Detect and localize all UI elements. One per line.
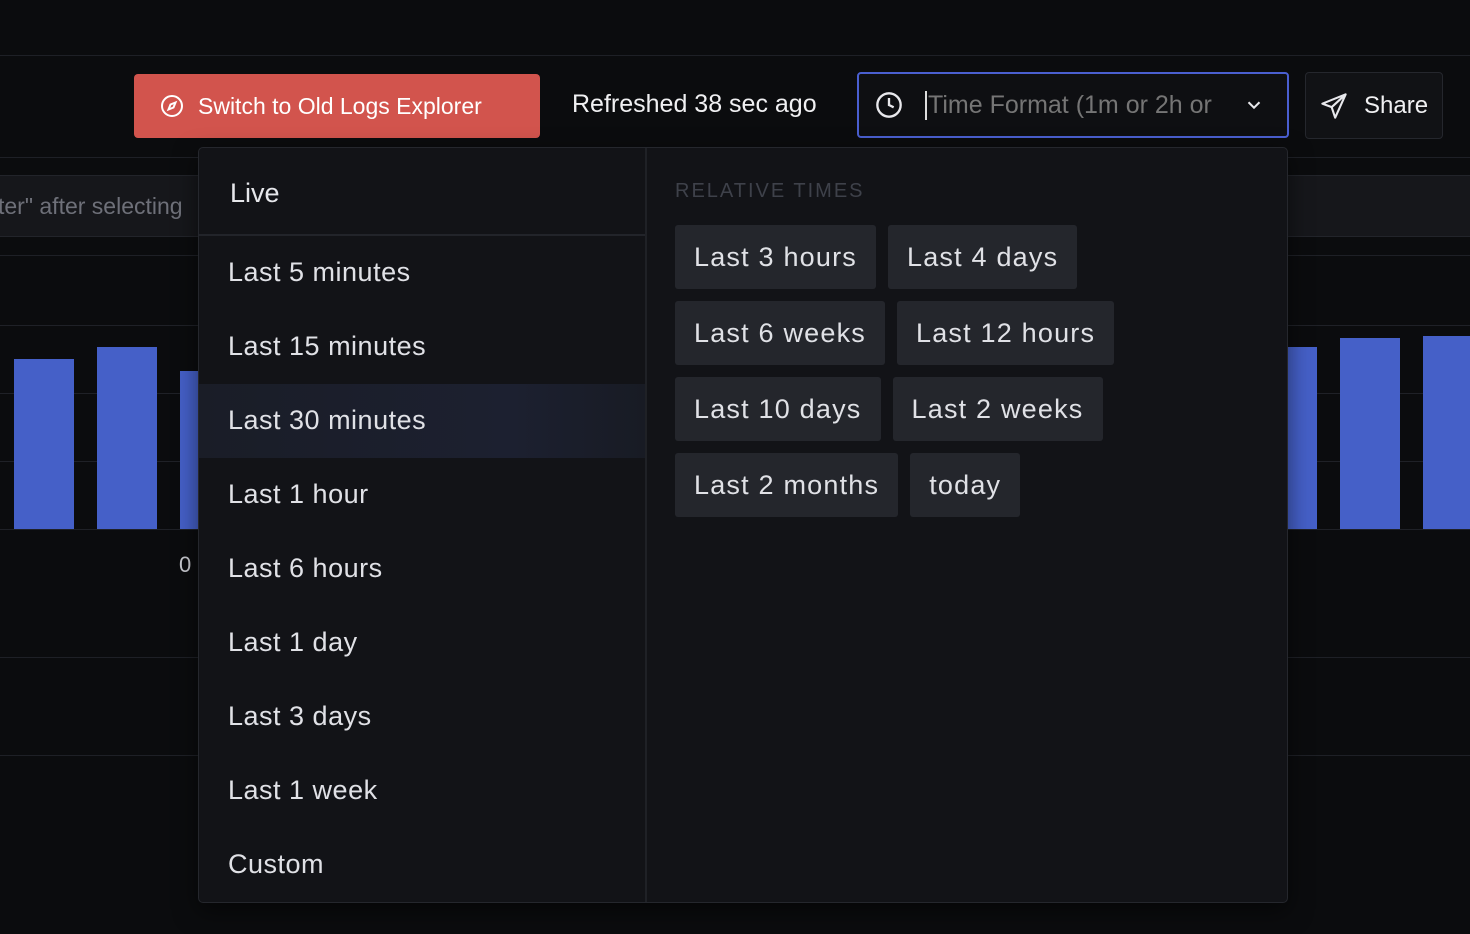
time-format-input[interactable] — [925, 90, 1217, 120]
divider — [0, 55, 1470, 56]
chip-last-10-days[interactable]: Last 10 days — [675, 377, 881, 441]
chip-last-3-hours[interactable]: Last 3 hours — [675, 225, 876, 289]
chip-last-4-days[interactable]: Last 4 days — [888, 225, 1078, 289]
histogram-bar — [1340, 338, 1400, 529]
chip-last-2-months[interactable]: Last 2 months — [675, 453, 899, 517]
share-label: Share — [1364, 91, 1429, 119]
option-last-15-minutes[interactable]: Last 15 minutes — [199, 310, 645, 384]
chevron-down-icon[interactable] — [1243, 94, 1265, 116]
option-last-6-hours[interactable]: Last 6 hours — [199, 532, 645, 606]
option-live[interactable]: Live — [199, 148, 645, 236]
x-tick-label: 0 — [179, 552, 192, 577]
option-last-30-minutes[interactable]: Last 30 minutes — [199, 384, 645, 458]
search-hint: ter" after selecting — [0, 193, 183, 219]
time-range-picker[interactable] — [857, 72, 1289, 138]
share-button[interactable]: Share — [1305, 72, 1443, 139]
chip-last-12-hours[interactable]: Last 12 hours — [896, 301, 1115, 365]
option-last-3-days[interactable]: Last 3 days — [199, 680, 645, 754]
chip-last-6-weeks[interactable]: Last 6 weeks — [675, 301, 885, 365]
option-last-1-day[interactable]: Last 1 day — [199, 606, 645, 680]
chip-today[interactable]: today — [910, 453, 1021, 517]
switch-old-explorer-button[interactable]: Switch to Old Logs Explorer — [134, 74, 540, 138]
option-last-5-minutes[interactable]: Last 5 minutes — [199, 236, 645, 310]
switch-old-explorer-label: Switch to Old Logs Explorer — [198, 92, 482, 119]
relative-times-panel: RELATIVE TIMES Last 3 hours Last 4 days L… — [647, 148, 1287, 902]
relative-times-heading: RELATIVE TIMES — [675, 180, 865, 202]
compass-icon — [161, 95, 183, 117]
histogram-bar — [97, 347, 157, 529]
clock-icon — [876, 92, 902, 118]
time-range-dropdown: Live Last 5 minutes Last 15 minutes Last… — [198, 147, 1288, 903]
chip-last-2-weeks[interactable]: Last 2 weeks — [892, 377, 1103, 441]
histogram-bar — [14, 359, 74, 529]
send-icon — [1321, 92, 1347, 119]
option-last-1-week[interactable]: Last 1 week — [199, 754, 645, 828]
refreshed-status: Refreshed 38 sec ago — [572, 90, 817, 118]
option-custom[interactable]: Custom — [199, 828, 645, 902]
histogram-bar — [1423, 336, 1470, 529]
option-last-1-hour[interactable]: Last 1 hour — [199, 458, 645, 532]
preset-list: Live Last 5 minutes Last 15 minutes Last… — [199, 148, 647, 902]
